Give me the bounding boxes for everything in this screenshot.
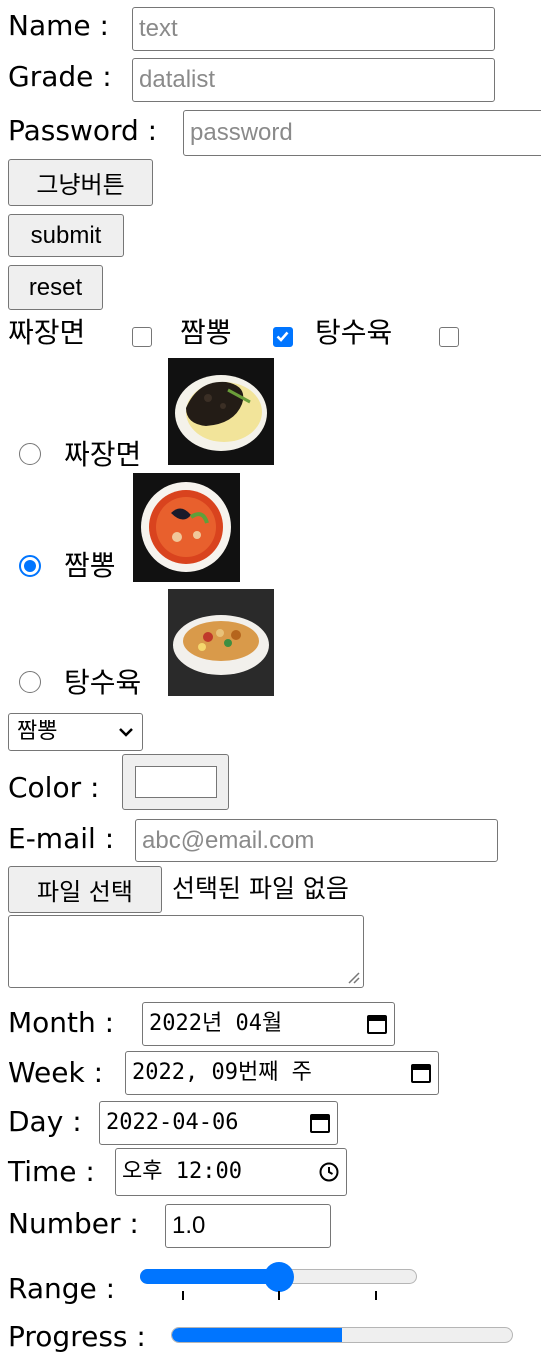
- number-value: 1.0: [172, 1212, 206, 1239]
- calendar-icon[interactable]: [410, 1062, 432, 1084]
- time-label: Time :: [8, 1155, 95, 1188]
- month-label: Month :: [8, 1006, 115, 1039]
- name-input[interactable]: text: [132, 7, 495, 51]
- name-placeholder: text: [139, 15, 178, 42]
- radio-label-tangsuyuk: 탕수육: [64, 666, 142, 699]
- radio-label-jjamppong: 짬뽕: [64, 549, 116, 582]
- range-fill: [140, 1269, 279, 1284]
- calendar-icon[interactable]: [309, 1112, 331, 1134]
- day-input[interactable]: 2022-04-06: [99, 1101, 338, 1145]
- email-placeholder: abc@email.com: [142, 826, 315, 854]
- resize-grip-icon: [348, 972, 360, 984]
- month-value: 2022년 04월: [149, 1011, 283, 1036]
- textarea[interactable]: [8, 915, 364, 988]
- file-status: 선택된 파일 없음: [172, 874, 349, 903]
- name-label: Name :: [8, 9, 109, 42]
- checkbox-tangsuyuk[interactable]: [439, 327, 459, 347]
- color-picker[interactable]: [122, 754, 229, 810]
- menu-select[interactable]: 짬뽕: [8, 713, 143, 751]
- time-input[interactable]: 오후 12:00: [115, 1148, 347, 1196]
- checkbox-jajangmyeon[interactable]: [132, 327, 152, 347]
- color-label: Color :: [8, 771, 100, 804]
- check-icon: [276, 331, 289, 342]
- number-label: Number :: [8, 1207, 139, 1240]
- file-select-button[interactable]: 파일 선택: [8, 866, 162, 913]
- grade-label: Grade :: [8, 60, 112, 93]
- password-placeholder: password: [190, 119, 293, 146]
- radio-label-jajangmyeon: 짜장면: [64, 438, 142, 471]
- progress-bar: [171, 1327, 513, 1343]
- tangsuyuk-image: [168, 589, 274, 696]
- time-value: 오후 12:00: [122, 1159, 242, 1184]
- calendar-icon[interactable]: [366, 1013, 388, 1035]
- reset-button[interactable]: reset: [8, 265, 103, 310]
- range-thumb[interactable]: [263, 1262, 294, 1292]
- grade-placeholder: datalist: [139, 66, 216, 93]
- color-swatch: [134, 766, 217, 798]
- checkbox-label-jjamppong: 짬뽕: [180, 316, 232, 349]
- day-value: 2022-04-06: [106, 1110, 239, 1135]
- day-label: Day :: [8, 1105, 82, 1138]
- submit-button[interactable]: submit: [8, 214, 124, 257]
- grade-input[interactable]: datalist: [132, 58, 495, 102]
- progress-fill: [172, 1328, 342, 1342]
- range-label: Range :: [8, 1272, 116, 1305]
- progress-label: Progress :: [8, 1320, 146, 1353]
- email-input[interactable]: abc@email.com: [135, 819, 498, 862]
- week-input[interactable]: 2022, 09번째 주: [125, 1051, 439, 1095]
- jajangmyeon-image: [168, 358, 274, 465]
- checkbox-label-jajangmyeon: 짜장면: [8, 316, 86, 349]
- month-input[interactable]: 2022년 04월: [142, 1002, 395, 1046]
- radio-jajangmyeon[interactable]: [19, 443, 41, 465]
- radio-tangsuyuk[interactable]: [19, 671, 41, 693]
- radio-jjamppong[interactable]: [19, 555, 41, 577]
- password-label: Password :: [8, 114, 158, 147]
- password-input[interactable]: password: [183, 110, 541, 156]
- week-value: 2022, 09번째 주: [132, 1060, 312, 1085]
- email-label: E-mail :: [8, 822, 115, 855]
- week-label: Week :: [8, 1056, 104, 1089]
- range-tick: [375, 1291, 377, 1300]
- checkbox-jjamppong[interactable]: [273, 327, 293, 347]
- range-slider[interactable]: [140, 1262, 417, 1302]
- range-tick: [278, 1291, 280, 1300]
- number-input[interactable]: 1.0: [165, 1204, 331, 1248]
- chevron-down-icon: [119, 728, 133, 737]
- clock-icon[interactable]: [318, 1161, 340, 1183]
- checkbox-label-tangsuyuk: 탕수육: [315, 316, 393, 349]
- menu-select-value: 짬뽕: [17, 719, 58, 744]
- plain-button[interactable]: 그냥버튼: [8, 159, 153, 206]
- jjamppong-image: [133, 473, 240, 582]
- range-tick: [182, 1291, 184, 1300]
